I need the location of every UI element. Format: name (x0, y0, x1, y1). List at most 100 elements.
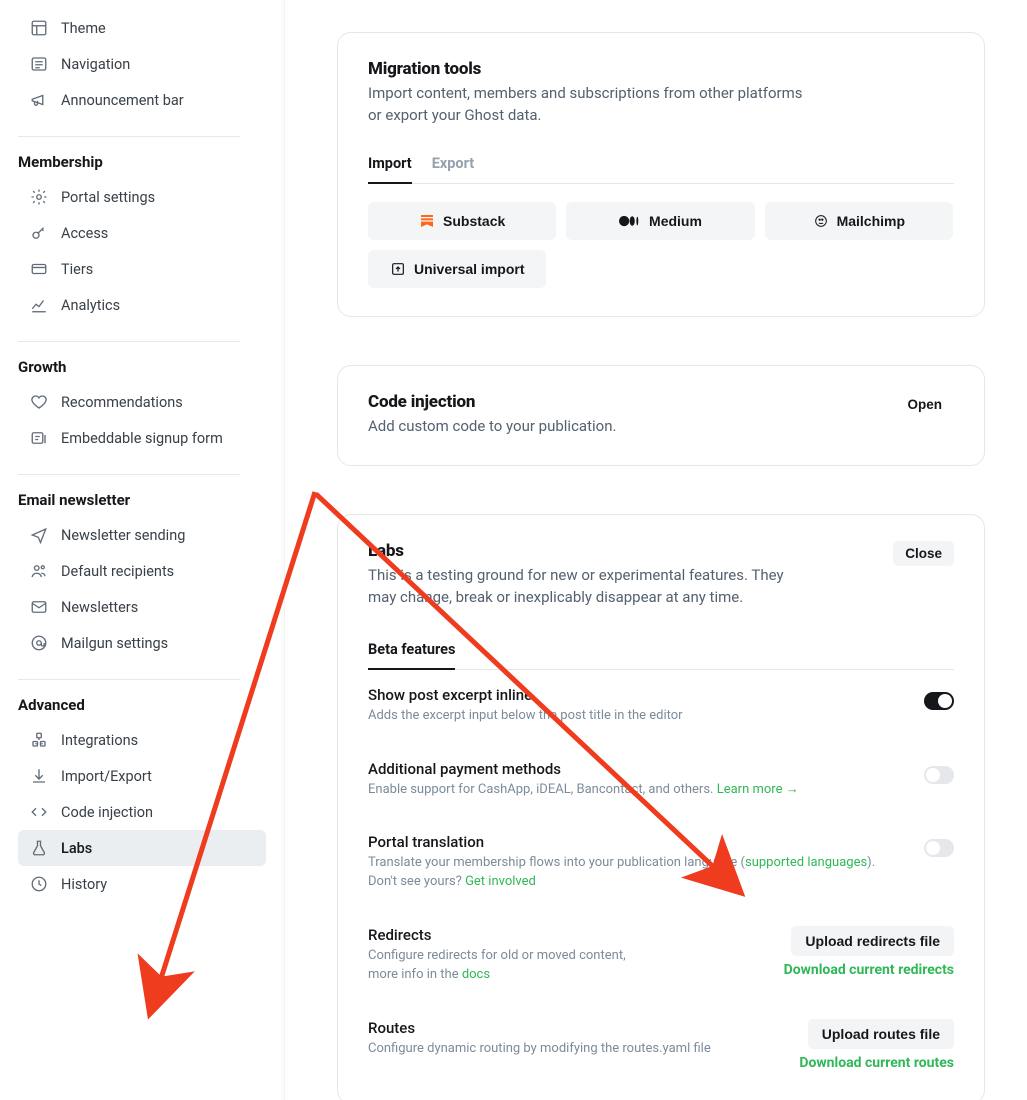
upload-icon (390, 261, 406, 277)
sidebar-item-label: Integrations (61, 732, 138, 749)
at-icon (30, 634, 48, 652)
toggle-portal-translation[interactable] (924, 839, 954, 857)
toggle-excerpt[interactable] (924, 692, 954, 710)
sidebar-item-newsletter-sending[interactable]: Newsletter sending (18, 517, 266, 553)
sidebar-item-label: Code injection (61, 804, 153, 821)
form-icon (30, 429, 48, 447)
download-icon (30, 767, 48, 785)
code-injection-card: Code injection Add custom code to your p… (337, 365, 985, 467)
feature-title: Additional payment methods (368, 760, 799, 778)
migration-tabs: Import Export (368, 147, 954, 184)
labs-title: Labs (368, 541, 798, 561)
feature-portal-translation: Portal translation Translate your member… (368, 817, 954, 910)
sidebar-item-mailgun[interactable]: Mailgun settings (18, 625, 266, 661)
download-routes-link[interactable]: Download current routes (799, 1055, 954, 1071)
sidebar-item-navigation[interactable]: Navigation (18, 46, 266, 82)
sidebar-item-embed-form[interactable]: Embeddable signup form (18, 420, 266, 456)
feature-sub: Configure dynamic routing by modifying t… (368, 1040, 711, 1059)
sidebar-item-import-export[interactable]: Import/Export (18, 758, 266, 794)
migration-title: Migration tools (368, 59, 954, 79)
get-involved-link[interactable]: Get involved (465, 874, 536, 889)
sidebar-item-analytics[interactable]: Analytics (18, 287, 266, 323)
docs-link[interactable]: docs (462, 967, 490, 982)
feature-redirects: Redirects Configure redirects for old or… (368, 910, 954, 1003)
upload-redirects-button[interactable]: Upload redirects file (791, 926, 954, 956)
sidebar-item-theme[interactable]: Theme (18, 10, 266, 46)
open-button[interactable]: Open (895, 392, 954, 417)
sidebar-item-portal[interactable]: Portal settings (18, 179, 266, 215)
sidebar-item-announcement[interactable]: Announcement bar (18, 82, 266, 118)
import-substack-button[interactable]: Substack (368, 202, 556, 240)
migration-card: Migration tools Import content, members … (337, 32, 985, 317)
sidebar-item-label: Tiers (61, 261, 93, 278)
sidebar-item-label: Newsletter sending (61, 527, 185, 544)
sidebar-item-labs[interactable]: Labs (18, 830, 266, 866)
feature-sub: Enable support for CashApp, iDEAL, Banco… (368, 781, 799, 800)
import-mailchimp-button[interactable]: Mailchimp (765, 202, 953, 240)
card-icon (30, 260, 48, 278)
sidebar-item-newsletters[interactable]: Newsletters (18, 589, 266, 625)
sidebar-heading-email: Email newsletter (18, 491, 266, 509)
sidebar-item-label: Theme (61, 20, 106, 37)
supported-languages-link[interactable]: supported languages (745, 855, 867, 870)
divider (18, 341, 240, 342)
key-icon (30, 224, 48, 242)
download-redirects-link[interactable]: Download current redirects (784, 962, 954, 978)
sidebar-item-recommendations[interactable]: Recommendations (18, 384, 266, 420)
feature-title: Routes (368, 1019, 711, 1037)
sidebar: Theme Navigation Announcement bar Member… (0, 0, 285, 1100)
divider (18, 136, 240, 137)
sidebar-heading-growth: Growth (18, 358, 266, 376)
mailchimp-icon (813, 213, 829, 229)
sidebar-item-history[interactable]: History (18, 866, 266, 902)
feature-excerpt: Show post excerpt inline Adds the excerp… (368, 670, 954, 744)
close-button[interactable]: Close (893, 541, 954, 566)
megaphone-icon (30, 91, 48, 109)
mail-icon (30, 598, 48, 616)
sidebar-item-label: Mailgun settings (61, 635, 168, 652)
toggle-payment[interactable] (924, 766, 954, 784)
tab-beta-features[interactable]: Beta features (368, 633, 455, 670)
sidebar-item-default-recipients[interactable]: Default recipients (18, 553, 266, 589)
learn-more-link[interactable]: Learn more → (717, 782, 799, 797)
sidebar-item-label: Analytics (61, 297, 120, 314)
feature-routes: Routes Configure dynamic routing by modi… (368, 1003, 954, 1075)
upload-routes-button[interactable]: Upload routes file (808, 1019, 954, 1049)
sidebar-item-label: Announcement bar (61, 92, 184, 109)
medium-icon (619, 214, 641, 228)
sidebar-item-code-injection[interactable]: Code injection (18, 794, 266, 830)
labs-desc: This is a testing ground for new or expe… (368, 565, 798, 609)
sidebar-item-label: Newsletters (61, 599, 138, 616)
import-universal-button[interactable]: Universal import (368, 250, 546, 288)
sidebar-heading-membership: Membership (18, 153, 266, 171)
import-medium-button[interactable]: Medium (566, 202, 754, 240)
sidebar-item-integrations[interactable]: Integrations (18, 722, 266, 758)
sidebar-item-access[interactable]: Access (18, 215, 266, 251)
heart-icon (30, 393, 48, 411)
list-icon (30, 55, 48, 73)
feature-sub: Translate your membership flows into you… (368, 854, 878, 892)
sidebar-item-tiers[interactable]: Tiers (18, 251, 266, 287)
users-icon (30, 562, 48, 580)
feature-sub: Adds the excerpt input below the post ti… (368, 707, 683, 726)
labs-tabs: Beta features (368, 633, 954, 670)
feature-title: Redirects (368, 926, 648, 944)
sidebar-item-label: Embeddable signup form (61, 430, 223, 447)
tab-export[interactable]: Export (432, 147, 474, 183)
theme-icon (30, 19, 48, 37)
sidebar-item-label: Access (61, 225, 108, 242)
sidebar-heading-advanced: Advanced (18, 696, 266, 714)
feature-payment: Additional payment methods Enable suppor… (368, 744, 954, 818)
sidebar-item-label: History (61, 876, 107, 893)
code-injection-desc: Add custom code to your publication. (368, 416, 616, 438)
main-content: Migration tools Import content, members … (285, 0, 1027, 1100)
divider (18, 474, 240, 475)
sidebar-item-label: Portal settings (61, 189, 155, 206)
sidebar-item-label: Recommendations (61, 394, 183, 411)
labs-card: Labs This is a testing ground for new or… (337, 514, 985, 1100)
migration-desc: Import content, members and subscription… (368, 83, 808, 127)
feature-title: Show post excerpt inline (368, 686, 683, 704)
tab-import[interactable]: Import (368, 147, 412, 184)
sidebar-item-label: Default recipients (61, 563, 174, 580)
code-injection-title: Code injection (368, 392, 616, 412)
